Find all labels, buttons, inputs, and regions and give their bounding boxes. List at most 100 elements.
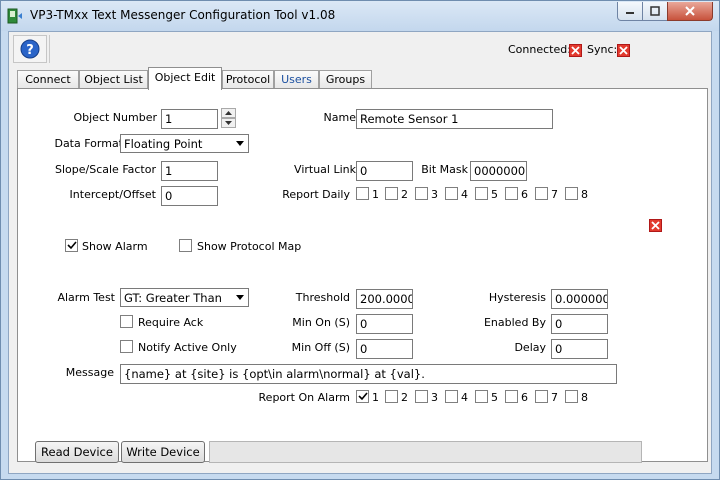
chevron-down-icon[interactable] <box>231 289 248 306</box>
tab-protocol[interactable]: Protocol <box>222 70 274 89</box>
data-format-select[interactable]: Floating Point <box>120 134 249 153</box>
report-on-alarm-2-checkbox[interactable] <box>385 390 398 403</box>
help-button[interactable]: ? <box>13 35 47 63</box>
data-format-label: Data Format <box>54 137 123 150</box>
report-on-alarm-4-checkbox[interactable] <box>445 390 458 403</box>
name-label: Name <box>323 111 356 124</box>
alarm-test-label: Alarm Test <box>57 291 115 304</box>
show-protocol-map-label: Show Protocol Map <box>197 240 302 253</box>
alarm-test-select[interactable]: GT: Greater Than <box>120 288 249 307</box>
report-on-alarm-1-label: 1 <box>372 391 379 404</box>
report-on-alarm-6-label: 6 <box>521 391 528 404</box>
report-on-alarm-3-checkbox[interactable] <box>415 390 428 403</box>
notify-active-checkbox[interactable] <box>120 340 133 353</box>
tab-users[interactable]: Users <box>274 70 319 89</box>
bit-mask-input[interactable]: 00000000 <box>470 161 527 181</box>
min-off-input[interactable]: 0 <box>356 339 413 359</box>
enabled-by-input[interactable]: 0 <box>551 314 608 334</box>
min-off-label: Min Off (S) <box>291 341 350 354</box>
message-label: Message <box>65 366 114 379</box>
report-daily-5-checkbox[interactable] <box>475 187 488 200</box>
sync-error-icon <box>617 44 630 57</box>
report-daily-7-label: 7 <box>551 188 558 201</box>
report-on-alarm-1-checkbox[interactable] <box>356 390 369 403</box>
message-input[interactable]: {name} at {site} is {opt\in alarm\normal… <box>120 364 617 384</box>
object-number-input[interactable]: 1 <box>161 109 218 129</box>
report-on-alarm-label: Report On Alarm <box>258 391 350 404</box>
threshold-label: Threshold <box>295 291 350 304</box>
intercept-input[interactable]: 0 <box>161 186 218 206</box>
report-daily-6-checkbox[interactable] <box>505 187 518 200</box>
delay-input[interactable]: 0 <box>551 339 608 359</box>
maximize-button[interactable] <box>642 2 668 21</box>
virtual-link-input[interactable]: 0 <box>356 161 413 181</box>
minimize-icon <box>626 12 634 14</box>
title-bar[interactable]: VP3-TMxx Text Messenger Configuration To… <box>1 1 719 31</box>
app-window: VP3-TMxx Text Messenger Configuration To… <box>0 0 720 480</box>
report-daily-2-label: 2 <box>401 188 408 201</box>
hysteresis-input[interactable]: 0.000000 <box>551 289 608 309</box>
toolbar-separator <box>49 35 50 63</box>
require-ack-label: Require Ack <box>138 316 204 329</box>
report-on-alarm-4-label: 4 <box>461 391 468 404</box>
object-number-spinner[interactable] <box>221 108 236 128</box>
report-on-alarm-8-label: 8 <box>581 391 588 404</box>
show-alarm-label: Show Alarm <box>82 240 148 253</box>
alarm-error-icon <box>649 219 662 232</box>
spin-down-icon[interactable] <box>221 118 236 128</box>
close-button[interactable] <box>667 2 713 21</box>
client-area: ? Connected: Sync: Connect Object List O… <box>8 31 712 474</box>
spin-up-icon[interactable] <box>221 108 236 118</box>
report-daily-2-checkbox[interactable] <box>385 187 398 200</box>
report-on-alarm-5-checkbox[interactable] <box>475 390 488 403</box>
enabled-by-label: Enabled By <box>483 316 546 329</box>
delay-label: Delay <box>514 341 546 354</box>
object-number-label: Object Number <box>73 111 157 124</box>
minimize-button[interactable] <box>617 2 643 21</box>
object-edit-panel: Object Number 1 Name Remote Sensor 1 Dat… <box>17 88 708 462</box>
tab-groups[interactable]: Groups <box>319 70 372 89</box>
chevron-down-icon[interactable] <box>231 135 248 152</box>
notify-active-label: Notify Active Only <box>138 341 237 354</box>
report-on-alarm-6-checkbox[interactable] <box>505 390 518 403</box>
tab-object-list[interactable]: Object List <box>79 70 148 89</box>
report-daily-4-label: 4 <box>461 188 468 201</box>
name-input[interactable]: Remote Sensor 1 <box>356 109 553 129</box>
connected-label: Connected: <box>508 43 571 56</box>
require-ack-checkbox[interactable] <box>120 315 133 328</box>
check-icon <box>66 241 77 250</box>
report-on-alarm-3-label: 3 <box>431 391 438 404</box>
report-daily-8-label: 8 <box>581 188 588 201</box>
threshold-input[interactable]: 200.000000 <box>356 289 413 309</box>
connected-error-icon <box>569 44 582 57</box>
virtual-link-label: Virtual Link <box>294 163 356 176</box>
report-daily-7-checkbox[interactable] <box>535 187 548 200</box>
report-daily-label: Report Daily <box>282 188 350 201</box>
data-format-value: Floating Point <box>124 137 203 151</box>
report-on-alarm-8-checkbox[interactable] <box>565 390 578 403</box>
write-device-button[interactable]: Write Device <box>121 441 205 463</box>
min-on-input[interactable]: 0 <box>356 314 413 334</box>
intercept-label: Intercept/Offset <box>69 188 156 201</box>
slope-input[interactable]: 1 <box>161 161 218 181</box>
close-icon <box>685 6 695 16</box>
report-daily-4-checkbox[interactable] <box>445 187 458 200</box>
report-daily-1-label: 1 <box>372 188 379 201</box>
tab-connect[interactable]: Connect <box>17 70 79 89</box>
report-daily-1-checkbox[interactable] <box>356 187 369 200</box>
tab-object-edit[interactable]: Object Edit <box>148 67 222 90</box>
report-on-alarm-7-checkbox[interactable] <box>535 390 548 403</box>
show-alarm-checkbox[interactable] <box>65 239 78 252</box>
report-daily-8-checkbox[interactable] <box>565 187 578 200</box>
read-device-button[interactable]: Read Device <box>35 441 119 463</box>
help-icon: ? <box>20 39 40 59</box>
report-daily-3-checkbox[interactable] <box>415 187 428 200</box>
slope-label: Slope/Scale Factor <box>55 163 156 176</box>
show-protocol-map-checkbox[interactable] <box>179 239 192 252</box>
report-daily-5-label: 5 <box>491 188 498 201</box>
check-icon <box>357 392 368 401</box>
window-title: VP3-TMxx Text Messenger Configuration To… <box>30 8 336 22</box>
report-on-alarm-2-label: 2 <box>401 391 408 404</box>
min-on-label: Min On (S) <box>292 316 350 329</box>
bit-mask-label: Bit Mask <box>421 163 468 176</box>
